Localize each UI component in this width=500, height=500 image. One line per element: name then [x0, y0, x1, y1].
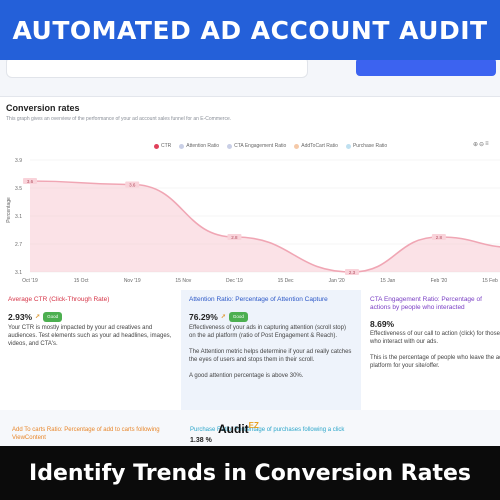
y-axis-label: Percentage	[6, 197, 12, 223]
data-point-label: 2.8	[436, 235, 443, 240]
conversion-chart: 3.9 3.5 3.1 2.7 3.1 Percentage 3.6 3.6 2.8 2.3 2…	[6, 158, 500, 284]
legend-dot-cta	[227, 143, 233, 149]
legend-item-addtocart[interactable]: AddToCart Ratio	[294, 143, 338, 149]
legend-dot-attention	[179, 143, 185, 149]
data-point-label: 2.3	[349, 270, 356, 275]
legend-item-cta[interactable]: CTA Engagement Ratio	[227, 143, 286, 149]
legend-item-purchase[interactable]: Purchase Ratio	[345, 143, 388, 149]
y-tick-label: 3.1	[15, 214, 22, 220]
x-tick-label: Oct '19	[22, 278, 38, 284]
card-value-cta: 8.69%	[370, 319, 395, 329]
x-tick-label: Feb '20	[431, 278, 448, 284]
metric-card-attention: Attention Ratio: Percentage of Attention…	[181, 290, 361, 410]
card-value-ctr: 2.93%	[8, 312, 33, 322]
x-tick-label: Jan '20	[329, 278, 345, 284]
legend-label-cta: CTA Engagement Ratio	[234, 143, 287, 149]
x-tick-label: 15 Dec	[278, 278, 294, 284]
metric-card-cta: CTA Engagement Ratio: Percentage of acti…	[362, 290, 500, 410]
card-title-addtocart: Add To carts Ratio: Percentage of add to…	[12, 427, 160, 441]
card-value-purchase: 1.38 %	[190, 437, 212, 444]
trend-icon: ➚	[220, 314, 226, 320]
zoom-out-icon[interactable]: ⊖	[479, 141, 484, 148]
x-tick-label: 15 Oct	[74, 278, 89, 284]
legend-item-ctr[interactable]: CTR	[154, 143, 171, 149]
chart-legend: CTR Attention Ratio CTA Engagement Ratio…	[154, 143, 387, 149]
legend-dot-ctr	[154, 143, 159, 149]
metric-cards: Average CTR (Click-Through Rate) 2.93% ➚ G…	[0, 290, 500, 410]
x-tick-label: Nov '19	[124, 278, 141, 284]
data-point-label: 2.8	[231, 235, 238, 240]
x-tick-label: 15 Nov	[175, 278, 191, 284]
banner-title: AUTOMATED AD ACCOUNT AUDIT	[12, 15, 488, 45]
data-point-label: 3.6	[129, 182, 136, 187]
legend-label-addtocart: AddToCart Ratio	[301, 143, 338, 149]
auditez-logo: AuditEZ	[218, 421, 259, 436]
card-text-ctr: Your CTR is mostly impacted by your ad c…	[8, 325, 172, 347]
y-tick-label: 3.5	[15, 186, 22, 192]
card-text-attention-1: Effectiveness of your ads in capturing a…	[189, 325, 346, 339]
x-tick-label: Dec '19	[226, 278, 243, 284]
legend-label-purchase: Purchase Ratio	[352, 143, 388, 149]
card-title-ctr: Average CTR (Click-Through Rate)	[8, 296, 110, 303]
zoom-in-icon[interactable]: ⊕	[473, 141, 478, 148]
card-text-attention-2: The Attention metric helps determine if …	[189, 349, 352, 363]
y-tick-label: 3.1	[15, 270, 22, 276]
ctr-area	[30, 181, 500, 272]
card-value-attention: 76.29%	[189, 312, 218, 322]
top-banner: AUTOMATED AD ACCOUNT AUDIT	[0, 0, 500, 60]
metric-card-ctr: Average CTR (Click-Through Rate) 2.93% ➚ G…	[0, 290, 180, 410]
menu-icon[interactable]: ≡	[485, 141, 489, 148]
section-description: This graph gives an overview of the perf…	[6, 116, 232, 122]
data-point-label: 3.6	[27, 179, 34, 184]
legend-item-attention[interactable]: Attention Ratio	[179, 143, 219, 149]
legend-dot-addtocart	[294, 143, 300, 149]
bottom-banner-text: Identify Trends in Conversion Rates	[29, 460, 471, 486]
x-tick-label: 15 Jan	[380, 278, 395, 284]
card-title-attention: Attention Ratio: Percentage of Attention…	[189, 296, 328, 303]
card-text-cta-2: This is the percentage of people who lea…	[370, 355, 500, 369]
y-tick-label: 3.9	[15, 158, 22, 164]
section-title: Conversion rates	[6, 103, 80, 113]
y-tick-label: 2.7	[15, 242, 22, 248]
status-badge: Good	[228, 312, 248, 322]
legend-dot-purchase	[345, 143, 351, 149]
trend-icon: ➚	[35, 314, 41, 320]
x-tick-label: 15 Feb	[482, 278, 498, 284]
zoom-controls: ⊕ ⊖ ≡	[473, 141, 489, 148]
status-badge: Good	[43, 312, 63, 322]
card-text-cta-1: Effectiveness of our call to action (cli…	[370, 331, 500, 345]
card-text-attention-3: A good attention percentage is above 30%…	[189, 373, 304, 379]
legend-label-attention: Attention Ratio	[186, 143, 220, 149]
bottom-banner: Identify Trends in Conversion Rates	[0, 446, 500, 500]
card-title-cta: CTA Engagement Ratio: Percentage of acti…	[370, 296, 482, 311]
legend-label-ctr: CTR	[161, 143, 172, 149]
top-action-button[interactable]	[356, 58, 496, 76]
